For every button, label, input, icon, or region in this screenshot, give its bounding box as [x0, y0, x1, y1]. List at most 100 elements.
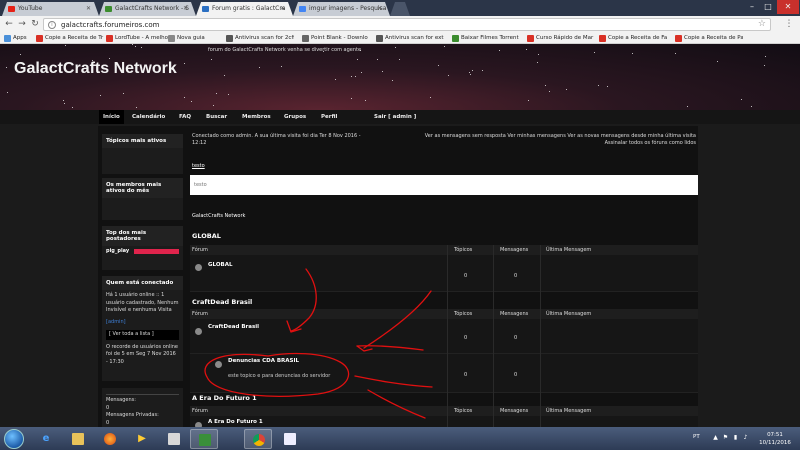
top-poster-row: pig_play — [102, 246, 183, 256]
col-topics: Tópicos — [454, 311, 473, 317]
search-input[interactable] — [190, 175, 698, 195]
bookmark-item[interactable]: Copie a Receita de Fa — [599, 34, 667, 43]
nav-calendario[interactable]: Calendário — [132, 110, 165, 124]
messages-label: Mensagens: — [106, 397, 136, 403]
media-player-app[interactable]: ▶ — [128, 429, 156, 449]
bookmark-item[interactable]: Point Blank - Downlo — [302, 34, 370, 43]
minimize-icon[interactable]: – — [744, 0, 760, 14]
nav-grupos[interactable]: Grupos — [284, 110, 306, 124]
sidebar-active-members: Os membros mais ativos do mês — [102, 178, 183, 220]
star-decoration — [365, 99, 366, 101]
nav-sair[interactable]: Sair [ admin ] — [374, 110, 416, 124]
forum-description: este topico e para denuncias do servidor — [228, 373, 331, 379]
tab-youtube[interactable]: YouTube ✕ — [2, 2, 99, 16]
col-forum: Fórum — [192, 311, 208, 317]
flag-icon[interactable]: ⚑ — [722, 434, 729, 441]
bookmark-label: Antivirus scan for ext — [385, 35, 444, 41]
address-bar[interactable]: i galactcrafts.forumeiros.com ☆ — [43, 18, 771, 31]
view-list-link[interactable]: [ Ver toda a lista ] — [106, 330, 179, 340]
close-tab-icon[interactable]: ✕ — [280, 2, 285, 16]
nav-inicio[interactable]: Início — [99, 110, 124, 124]
show-hidden-icons-icon[interactable]: ▲ — [712, 434, 719, 441]
bookmark-item[interactable]: LordTube - A melhor — [106, 34, 174, 43]
top-poster-name[interactable]: pig_play — [106, 248, 129, 254]
nav-faq[interactable]: FAQ — [179, 110, 191, 124]
nav-perfil[interactable]: Perfil — [321, 110, 337, 124]
messages-count: 0 — [514, 372, 518, 378]
site-title[interactable]: GalactCrafts Network — [14, 60, 177, 78]
category-title[interactable]: CraftDead Brasil — [192, 298, 252, 306]
site-banner: forum do GalactCrafts Network venha se d… — [0, 44, 800, 110]
volume-icon[interactable]: ♪ — [742, 434, 749, 441]
new-tab-button[interactable] — [390, 2, 410, 16]
file-explorer-app[interactable] — [64, 429, 92, 449]
online-summary: Há 1 usuário online :: 1 usuário cadastr… — [106, 292, 179, 313]
notepad-icon — [284, 433, 296, 445]
testo-link[interactable]: testo — [192, 163, 205, 170]
nav-buscar[interactable]: Buscar — [206, 110, 227, 124]
close-tab-icon[interactable]: ✕ — [183, 2, 188, 16]
subforum-link[interactable]: Denuncias CDA BRASIL — [228, 358, 299, 364]
forum-link[interactable]: A Era Do Futuro 1 — [208, 419, 263, 425]
forum-link[interactable]: GLOBAL — [208, 262, 232, 268]
mark-all-read-link[interactable]: Assinalar todos os fóruns como lidos — [605, 140, 696, 147]
category-title[interactable]: A Era Do Futuro 1 — [192, 394, 257, 402]
bookmark-item[interactable]: Antivirus scan for 2cfi — [226, 34, 294, 43]
back-icon[interactable]: ← — [3, 18, 15, 30]
bookmark-item[interactable]: Baixar Filmes Torrent — [452, 34, 520, 43]
bookmark-item[interactable]: Antivirus scan for ext — [376, 34, 444, 43]
forum-link[interactable]: CraftDead Brasil — [208, 324, 259, 330]
star-decoration — [764, 56, 766, 58]
bookmark-item[interactable]: Copie a Receita de Tr — [36, 34, 104, 43]
tab-galactcrafts[interactable]: GalactCrafts Network - S ✕ — [99, 2, 196, 16]
close-tab-icon[interactable]: ✕ — [377, 2, 382, 16]
col-forum: Fórum — [192, 408, 208, 414]
gaming-app[interactable] — [190, 429, 218, 449]
url-text[interactable]: galactcrafts.forumeiros.com — [61, 20, 160, 30]
breadcrumb[interactable]: GalactCrafts Network — [192, 213, 245, 220]
bookmark-label: Antivirus scan for 2cfi — [235, 35, 294, 41]
bookmark-item[interactable]: Curso Rápido de Mar — [527, 34, 595, 43]
maximize-icon[interactable]: □ — [760, 0, 776, 14]
system-clock[interactable]: 07:51 10/11/2016 — [755, 431, 795, 447]
private-messages-label[interactable]: Mensagens Privadas: — [106, 412, 179, 420]
firefox-app[interactable] — [96, 429, 124, 449]
star-decoration — [528, 99, 530, 101]
col-topics: Tópicos — [454, 408, 473, 414]
table-header: Fórum Tópicos Mensagens Última Mensagem — [190, 245, 698, 255]
chrome-menu-icon[interactable]: ⋮ — [784, 18, 794, 30]
chrome-app[interactable] — [244, 429, 272, 449]
search-box[interactable] — [190, 175, 698, 195]
connected-as-text: Conectado como admin. A sua última visit… — [192, 133, 361, 146]
category-title[interactable]: GLOBAL — [192, 232, 221, 240]
bookmark-item[interactable]: Apps — [4, 34, 32, 43]
star-decoration — [764, 64, 766, 66]
tab-imgur-search[interactable]: imgur imagens - Pesquisa ✕ — [293, 2, 390, 16]
star-decoration — [211, 59, 213, 61]
tab-strip: YouTube ✕ GalactCrafts Network - S ✕ For… — [0, 0, 800, 16]
forward-icon[interactable]: → — [16, 18, 28, 30]
tab-forum-gratis[interactable]: Forum gratis : GalactCra ✕ — [196, 2, 293, 16]
bookmark-star-icon[interactable]: ☆ — [758, 19, 766, 30]
content-area: Tópicos mais ativos Os membros mais ativ… — [98, 126, 698, 427]
network-icon[interactable]: ▮ — [732, 434, 739, 441]
internet-explorer-app[interactable]: e — [32, 429, 60, 449]
bookmark-item[interactable]: Copie a Receita de Pa — [675, 34, 743, 43]
nav-membros[interactable]: Membros — [242, 110, 271, 124]
info-icon[interactable]: i — [48, 21, 56, 29]
notepad-app[interactable] — [276, 429, 304, 449]
star-decoration — [398, 59, 400, 61]
star-decoration — [360, 49, 362, 51]
message-links[interactable]: Ver as mensagens sem resposta Ver minhas… — [425, 133, 696, 140]
language-indicator[interactable]: PT — [693, 434, 700, 440]
star-decoration — [190, 100, 192, 102]
start-button[interactable] — [4, 429, 24, 449]
close-tab-icon[interactable]: ✕ — [86, 2, 91, 16]
reload-icon[interactable]: ↻ — [29, 18, 41, 30]
sidebar-heading: Os membros mais ativos do mês — [102, 178, 183, 198]
firefox-icon — [104, 433, 116, 445]
calculator-app[interactable] — [160, 429, 188, 449]
online-admin-link[interactable]: [admin] — [102, 317, 183, 329]
close-window-icon[interactable]: ✕ — [777, 0, 799, 14]
bookmark-favicon-icon — [4, 35, 11, 42]
